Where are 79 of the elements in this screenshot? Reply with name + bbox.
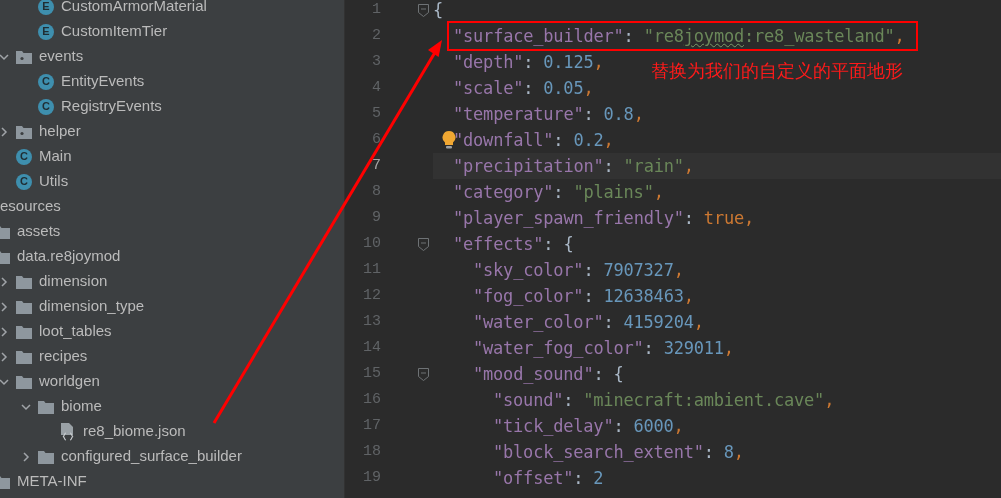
tree-item-label[interactable]: RegistryEvents: [61, 95, 162, 118]
folder-icon: [16, 324, 32, 339]
class-icon: C: [38, 98, 54, 115]
tree-item-label[interactable]: events: [39, 45, 84, 68]
tree-item-label[interactable]: loot_tables: [39, 320, 112, 343]
code-line: "sound": "minecraft:ambient.cave",: [493, 390, 835, 410]
line-number: 14: [362, 337, 381, 358]
line-number: 19: [362, 467, 381, 488]
tree-item-label[interactable]: META-INF: [17, 470, 87, 493]
line-number: 5: [371, 103, 381, 124]
code-line: "effects": {: [453, 234, 574, 254]
class-icon: C: [16, 148, 32, 165]
line-number: 18: [362, 441, 381, 462]
code-line: "tick_delay": 6000,: [493, 416, 684, 436]
class-icon: C: [16, 173, 32, 190]
tree-item-label[interactable]: CustomItemTier: [61, 20, 168, 43]
tree-item-label[interactable]: recipes: [39, 345, 88, 368]
line-number: 1: [371, 0, 381, 20]
line-number: 11: [362, 259, 381, 280]
code-line: "downfall": 0.2,: [453, 130, 614, 150]
code-line: "sky_color": 7907327,: [473, 260, 684, 280]
line-number: 3: [371, 51, 381, 72]
enum-icon: E: [38, 23, 54, 40]
line-number: 7: [371, 155, 381, 176]
line-number: 10: [362, 233, 381, 254]
line-number: 6: [371, 129, 381, 150]
code-line: "water_fog_color": 329011,: [473, 338, 734, 358]
code-line: {: [433, 0, 444, 20]
class-icon: C: [38, 73, 54, 90]
tree-item-label[interactable]: esources: [0, 195, 61, 218]
tree-item-label[interactable]: configured_surface_builder: [61, 445, 242, 468]
lightbulb-icon[interactable]: [442, 131, 456, 149]
folder-icon: [16, 349, 32, 364]
tree-item-label[interactable]: dimension_type: [39, 295, 145, 318]
tree-item-label[interactable]: re8_biome.json: [83, 420, 186, 443]
tree-item-label[interactable]: Utils: [39, 170, 69, 193]
tree-item-label[interactable]: EntityEvents: [61, 70, 145, 93]
code-line: "scale": 0.05,: [453, 78, 594, 98]
folder-icon: [38, 449, 54, 464]
enum-icon: E: [38, 0, 54, 15]
fold-icon[interactable]: [418, 3, 429, 17]
json-file-icon: [60, 422, 76, 441]
code-line: "depth": 0.125,: [453, 52, 604, 72]
package-folder-icon: [16, 49, 32, 64]
folder-icon: [38, 399, 54, 414]
package-folder-icon: [16, 124, 32, 139]
tree-item-label[interactable]: assets: [17, 220, 61, 243]
tree-item-label[interactable]: worldgen: [39, 370, 100, 393]
code-line: "category": "plains",: [453, 182, 664, 202]
folder-icon: [16, 274, 32, 289]
code-line: "temperature": 0.8,: [453, 104, 644, 124]
line-number: 4: [371, 77, 381, 98]
tree-item-label[interactable]: Main: [39, 145, 72, 168]
code-line: "offset": 2: [493, 468, 604, 488]
code-line: "surface_builder": "re8joymod:re8_wasteland",: [453, 26, 905, 46]
code-line: "precipitation": "rain",: [453, 156, 694, 176]
code-line: "mood_sound": {: [473, 364, 624, 384]
line-number: 16: [362, 389, 381, 410]
code-line: "water_color": 4159204,: [473, 312, 704, 332]
tree-item-label[interactable]: dimension: [39, 270, 108, 293]
line-number: 2: [371, 25, 381, 46]
code-line: "block_search_extent": 8,: [493, 442, 744, 462]
tree-item-label[interactable]: CustomArmorMaterial: [61, 0, 207, 18]
line-number: 15: [362, 363, 381, 384]
folder-icon: [16, 299, 32, 314]
tree-item-label[interactable]: helper: [39, 120, 81, 143]
fold-icon[interactable]: [418, 367, 429, 381]
line-number: 8: [371, 181, 381, 202]
tree-item-label[interactable]: biome: [61, 395, 102, 418]
annotation-note: 替换为我们的自定义的平面地形: [651, 60, 903, 83]
fold-icon[interactable]: [418, 237, 429, 251]
code-line: "fog_color": 12638463,: [473, 286, 694, 306]
code-line: "player_spawn_friendly": true,: [453, 208, 755, 228]
folder-icon: [16, 374, 32, 389]
tree-item-label[interactable]: data.re8joymod: [17, 245, 121, 268]
line-number: 9: [371, 207, 381, 228]
line-number: 12: [362, 285, 381, 306]
line-number: 17: [362, 415, 381, 436]
line-number: 13: [362, 311, 381, 332]
